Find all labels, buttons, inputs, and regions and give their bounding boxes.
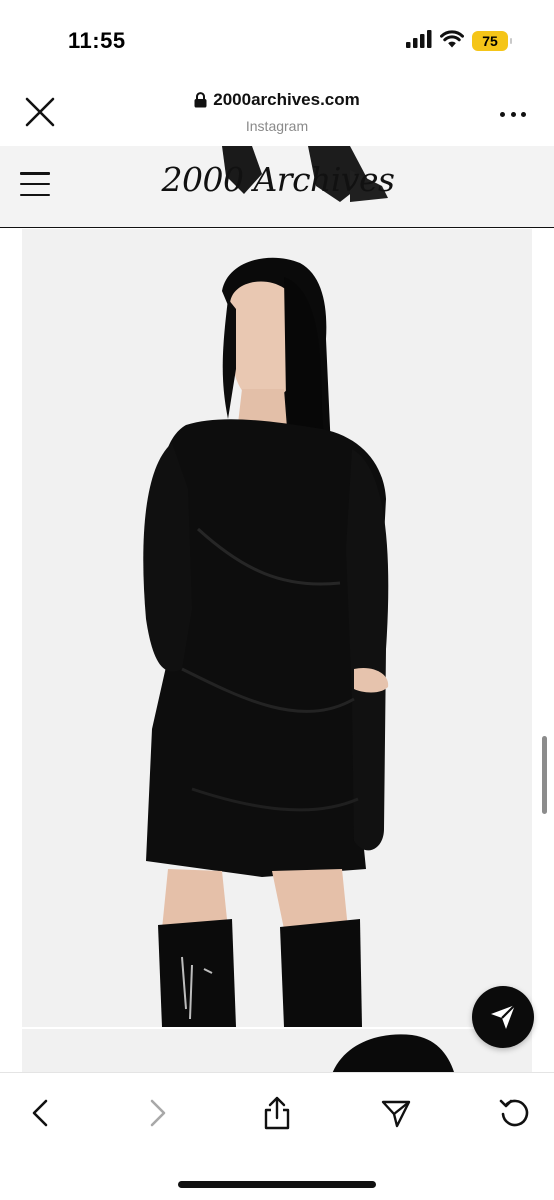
hamburger-menu-icon xyxy=(20,172,50,175)
status-icons: 75 xyxy=(406,29,512,53)
product-image[interactable] xyxy=(22,229,532,1027)
share-icon xyxy=(264,1096,290,1130)
cellular-signal-icon xyxy=(406,29,432,53)
scroll-indicator[interactable] xyxy=(542,736,547,814)
status-bar: 11:55 75 xyxy=(0,0,554,80)
url-display[interactable]: 2000archives.com Instagram xyxy=(120,90,434,134)
source-app-label: Instagram xyxy=(245,118,309,134)
floating-send-button[interactable] xyxy=(472,986,534,1048)
more-icon xyxy=(500,111,505,117)
browser-toolbar xyxy=(0,1072,554,1200)
battery-level: 75 xyxy=(482,33,498,49)
site-logo[interactable]: 2000 Archives xyxy=(128,160,428,199)
back-button[interactable] xyxy=(18,1091,62,1135)
model-photo xyxy=(22,229,532,1027)
home-indicator[interactable] xyxy=(178,1181,376,1188)
next-product-image[interactable] xyxy=(22,1029,532,1072)
close-icon xyxy=(25,97,55,127)
close-button[interactable] xyxy=(22,94,58,130)
next-photo-fragment xyxy=(22,1029,532,1072)
reload-icon xyxy=(499,1099,529,1127)
forward-button[interactable] xyxy=(136,1091,180,1135)
share-button[interactable] xyxy=(255,1091,299,1135)
more-options-button[interactable] xyxy=(500,104,526,124)
status-time: 11:55 xyxy=(68,28,126,53)
wifi-icon xyxy=(440,29,464,53)
lock-icon xyxy=(194,92,207,108)
site-header: 2000 Archives xyxy=(0,146,554,228)
in-app-browser-header: 2000archives.com Instagram xyxy=(0,80,554,146)
forward-arrow-icon xyxy=(150,1099,166,1127)
url-text: 2000archives.com xyxy=(213,90,360,109)
reload-button[interactable] xyxy=(492,1091,536,1135)
page-content xyxy=(0,229,554,1072)
send-icon xyxy=(491,1004,516,1029)
back-arrow-icon xyxy=(32,1099,48,1127)
send-to-button[interactable] xyxy=(374,1091,418,1135)
site-menu-button[interactable] xyxy=(20,172,50,196)
battery-icon: 75 xyxy=(472,31,512,51)
send-icon xyxy=(381,1100,411,1128)
